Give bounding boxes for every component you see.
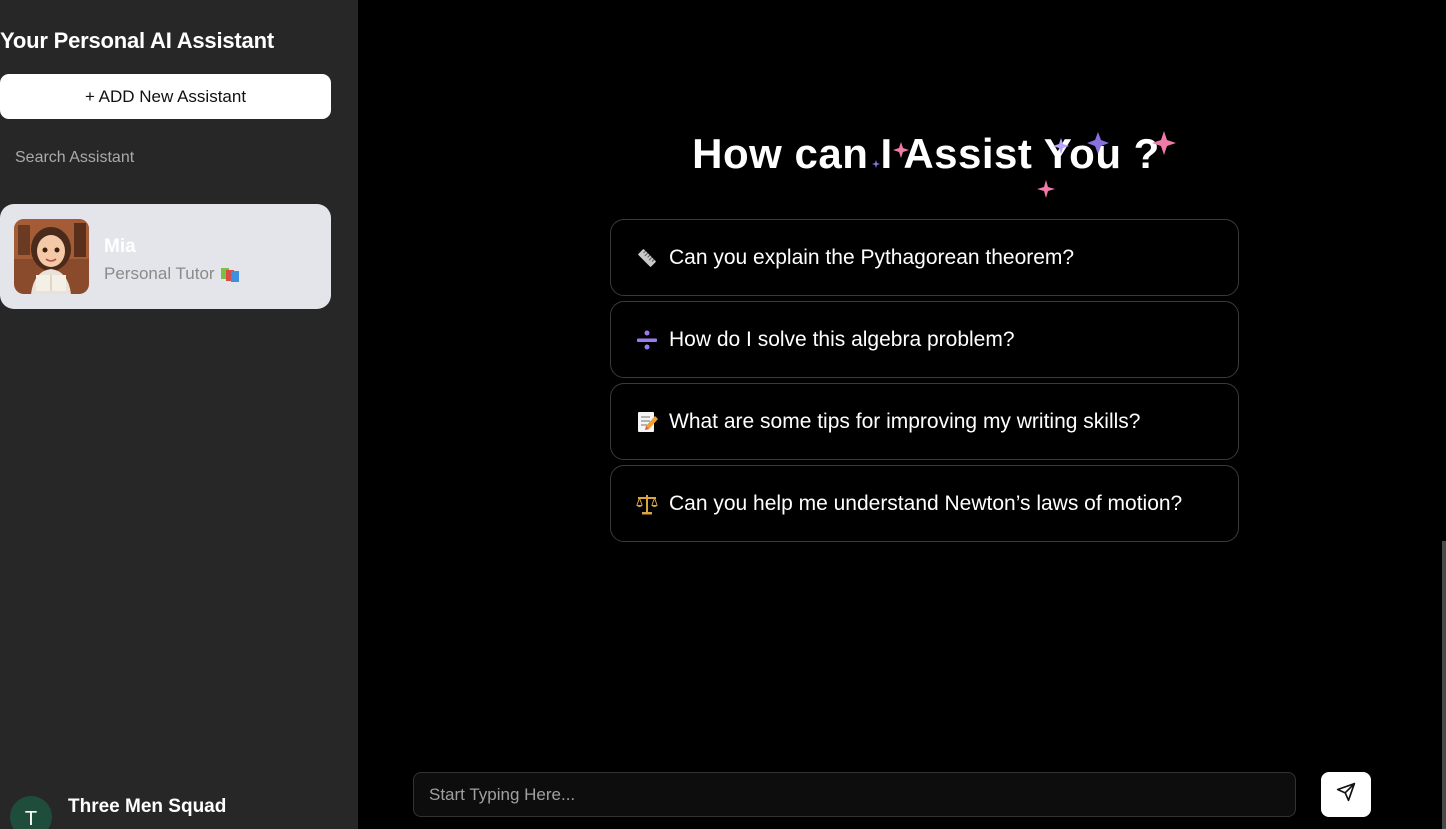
balance-scale-icon bbox=[635, 492, 659, 516]
chat-input[interactable] bbox=[413, 772, 1296, 817]
books-icon bbox=[220, 266, 239, 282]
suggestion-text: Can you help me understand Newton’s laws… bbox=[669, 491, 1183, 515]
user-avatar: T bbox=[10, 796, 52, 829]
suggestion-text: What are some tips for improving my writ… bbox=[669, 409, 1141, 433]
assistant-avatar bbox=[14, 219, 89, 294]
assistant-role-label: Personal Tutor bbox=[104, 264, 215, 283]
assistant-role: Personal Tutor bbox=[104, 264, 239, 284]
suggestion-text: Can you explain the Pythagorean theorem? bbox=[669, 245, 1075, 269]
sidebar-title: Your Personal AI Assistant bbox=[0, 28, 274, 53]
suggestion-text: How do I solve this algebra problem? bbox=[669, 327, 1015, 351]
search-assistant-input[interactable] bbox=[0, 140, 331, 176]
suggestion-prompt[interactable]: Can you explain the Pythagorean theorem? bbox=[610, 219, 1239, 296]
suggestion-prompt[interactable]: What are some tips for improving my writ… bbox=[610, 383, 1239, 460]
user-profile[interactable]: T Three Men Squad bbox=[10, 796, 226, 829]
user-name: Three Men Squad bbox=[68, 796, 227, 817]
main-panel: How can I Assist You ? Can you explain t… bbox=[358, 0, 1446, 829]
ruler-icon bbox=[635, 246, 659, 270]
add-assistant-button[interactable]: + ADD New Assistant bbox=[0, 74, 331, 119]
sparkle-icon bbox=[1037, 180, 1055, 198]
send-icon bbox=[1336, 782, 1356, 807]
scrollbar[interactable] bbox=[1442, 541, 1446, 829]
divide-icon bbox=[635, 328, 659, 352]
send-button[interactable] bbox=[1321, 772, 1371, 817]
page-heading: How can I Assist You ? bbox=[692, 130, 1160, 177]
sidebar: Your Personal AI Assistant + ADD New Ass… bbox=[0, 0, 358, 829]
assistant-card-mia[interactable]: Mia Personal Tutor bbox=[0, 204, 331, 309]
suggestion-prompt[interactable]: How do I solve this algebra problem? bbox=[610, 301, 1239, 378]
assistant-name: Mia bbox=[104, 236, 136, 257]
suggestion-prompt[interactable]: Can you help me understand Newton’s laws… bbox=[610, 465, 1239, 542]
memo-icon bbox=[635, 410, 659, 434]
sparkles-decoration bbox=[872, 131, 1176, 198]
